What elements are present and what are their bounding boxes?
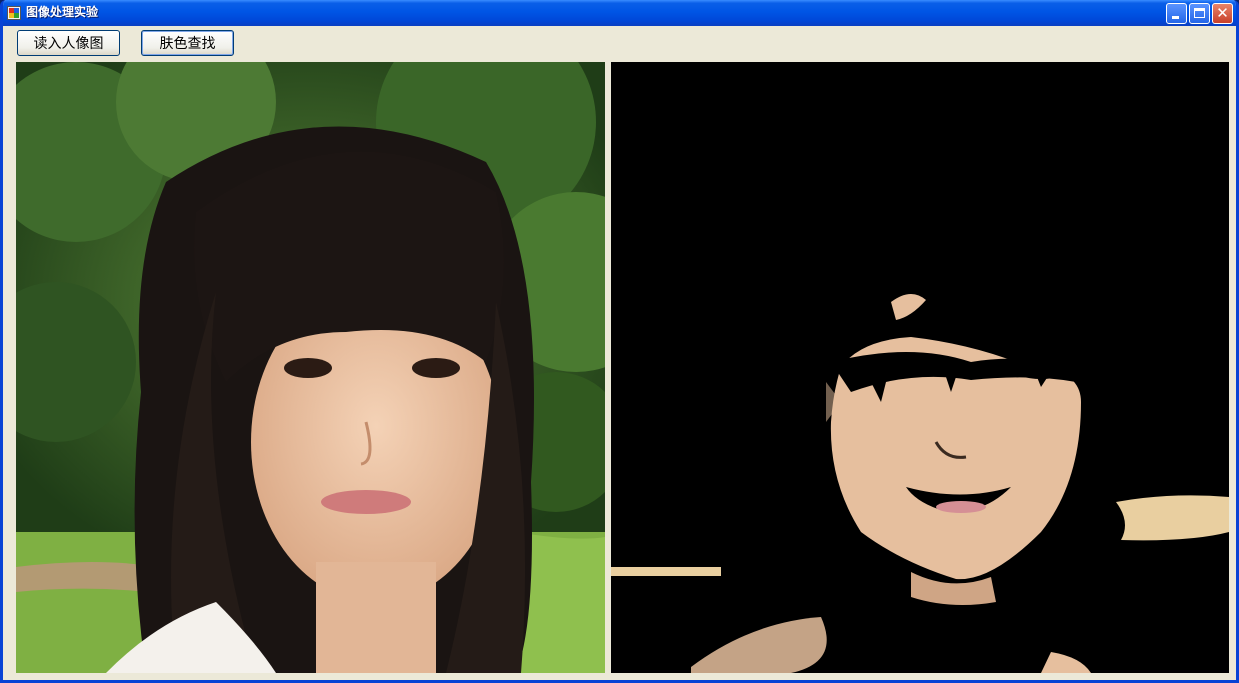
minimize-button[interactable] bbox=[1166, 3, 1187, 24]
skin-detect-button[interactable]: 肤色查找 bbox=[141, 30, 234, 56]
maximize-icon bbox=[1194, 8, 1205, 18]
maximize-button[interactable] bbox=[1189, 3, 1210, 24]
close-icon: ✕ bbox=[1216, 4, 1229, 22]
load-image-button[interactable]: 读入人像图 bbox=[17, 30, 120, 56]
app-window: 图像处理实验 ✕ 读入人像图 肤色查找 bbox=[0, 0, 1239, 683]
minimize-icon bbox=[1172, 16, 1179, 19]
close-button[interactable]: ✕ bbox=[1212, 3, 1233, 24]
skin-result-photo bbox=[611, 62, 1229, 673]
window-title: 图像处理实验 bbox=[26, 5, 99, 19]
title-bar[interactable]: 图像处理实验 ✕ bbox=[3, 0, 1236, 26]
original-photo bbox=[16, 62, 605, 673]
skin-result-image bbox=[611, 62, 1229, 673]
app-icon[interactable] bbox=[7, 6, 21, 20]
original-image bbox=[16, 62, 605, 673]
